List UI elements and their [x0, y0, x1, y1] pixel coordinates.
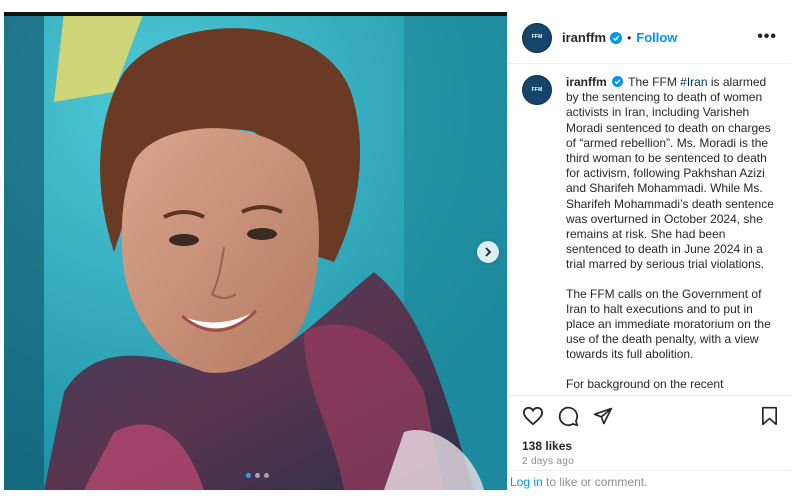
- caption-username[interactable]: iranffm: [566, 75, 607, 89]
- bookmark-icon[interactable]: [761, 406, 778, 426]
- login-prompt-text: to like or comment.: [542, 475, 648, 489]
- post-header: FFM iranffm • Follow •••: [508, 12, 791, 64]
- photo-top-edge: [4, 12, 507, 16]
- next-image-button[interactable]: [477, 241, 499, 263]
- chevron-right-icon: [485, 247, 492, 257]
- carousel-dot: [264, 473, 269, 478]
- post-modal: FFM iranffm • Follow ••• FFM iranffm The…: [4, 12, 791, 490]
- follow-button[interactable]: Follow: [636, 30, 677, 45]
- username-link[interactable]: iranffm: [562, 30, 606, 45]
- carousel-dots: [246, 473, 269, 478]
- carousel-dot-active: [246, 473, 251, 478]
- caption-intro: The FFM: [628, 75, 681, 89]
- login-link[interactable]: Log in: [510, 475, 543, 489]
- caption-text: iranffm The FFM #Iran is alarmed by the …: [566, 75, 777, 394]
- verified-badge-icon: [612, 76, 624, 87]
- login-prompt: Log in to like or comment.: [508, 470, 791, 490]
- caption-scroll-area[interactable]: FFM iranffm The FFM #Iran is alarmed by …: [508, 65, 791, 394]
- verified-badge-icon: [610, 31, 623, 44]
- caption-paragraph-1: is alarmed by the sentencing to death of…: [566, 75, 774, 272]
- action-bar: [508, 395, 791, 435]
- caption-avatar[interactable]: FFM: [522, 75, 552, 105]
- carousel-dot: [255, 473, 260, 478]
- caption-paragraph-3: For background on the recent: [566, 376, 724, 391]
- hashtag-link[interactable]: #Iran: [680, 75, 707, 89]
- avatar-logo-text: FFM: [531, 34, 543, 40]
- post-sidebar: FFM iranffm • Follow ••• FFM iranffm The…: [507, 12, 791, 490]
- caption-paragraph-2: The FFM calls on the Government of Iran …: [566, 286, 771, 362]
- avatar-logo-text: FFM: [531, 86, 543, 93]
- share-icon[interactable]: [593, 406, 613, 426]
- more-options-icon[interactable]: •••: [757, 28, 777, 46]
- avatar[interactable]: FFM: [522, 22, 552, 53]
- post-timestamp: 2 days ago: [522, 456, 574, 467]
- post-photo[interactable]: [4, 12, 507, 490]
- heart-icon[interactable]: [522, 406, 544, 426]
- likes-count[interactable]: 138 likes: [522, 439, 572, 453]
- portrait-image: [4, 12, 507, 490]
- header-separator: •: [627, 30, 632, 45]
- comment-icon[interactable]: [558, 406, 579, 427]
